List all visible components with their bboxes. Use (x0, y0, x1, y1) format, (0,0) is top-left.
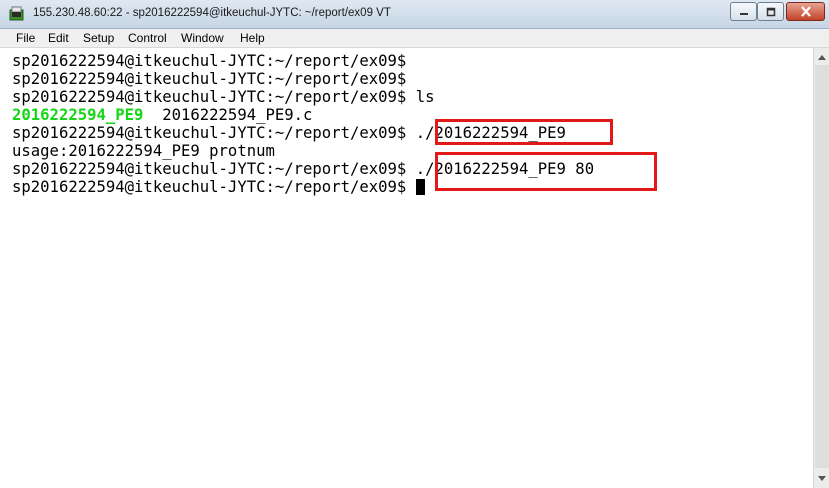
terminal-app-icon (9, 6, 24, 21)
vertical-scrollbar[interactable] (813, 48, 829, 488)
menu-setup[interactable]: Setup (83, 31, 114, 45)
prompt: sp2016222594@itkeuchul-JYTC:~/report/ex0… (12, 160, 407, 178)
terminal-area[interactable]: sp2016222594@itkeuchul-JYTC:~/report/ex0… (0, 48, 813, 488)
scroll-up-button[interactable] (815, 50, 829, 64)
highlight-box-run-command (435, 119, 613, 145)
scroll-up-icon (818, 54, 826, 60)
terminal-line-6: usage:2016222594_PE9 protnum (12, 142, 275, 160)
window-title: 155.230.48.60:22 - sp2016222594@itkeuchu… (33, 7, 391, 19)
terminal-line-4: 2016222594_PE9 2016222594_PE9.c (12, 106, 312, 124)
prompt: sp2016222594@itkeuchul-JYTC:~/report/ex0… (12, 178, 407, 196)
terminal-line-3: sp2016222594@itkeuchul-JYTC:~/report/ex0… (12, 88, 434, 106)
scroll-down-icon (818, 475, 826, 481)
close-button[interactable] (786, 2, 825, 21)
ls-output-executable: 2016222594_PE9 (12, 106, 144, 124)
menu-help[interactable]: Help (240, 31, 265, 45)
text-cursor (415, 179, 425, 195)
usage-message: usage:2016222594_PE9 protnum (12, 142, 275, 160)
menu-window[interactable]: Window (181, 31, 224, 45)
close-icon (800, 6, 811, 17)
prompt: sp2016222594@itkeuchul-JYTC:~/report/ex0… (12, 70, 407, 88)
scroll-track[interactable] (815, 65, 829, 468)
terminal-line-1: sp2016222594@itkeuchul-JYTC:~/report/ex0… (12, 52, 406, 70)
maximize-icon (766, 7, 775, 16)
menu-edit[interactable]: Edit (48, 31, 69, 45)
menu-control[interactable]: Control (128, 31, 167, 45)
menu-bar: File Edit Setup Control Window Help (0, 29, 829, 48)
minimize-icon (739, 12, 748, 15)
command-ls: ls (415, 88, 435, 106)
menu-file[interactable]: File (16, 31, 35, 45)
prompt: sp2016222594@itkeuchul-JYTC:~/report/ex0… (12, 52, 407, 70)
terminal-line-2: sp2016222594@itkeuchul-JYTC:~/report/ex0… (12, 70, 406, 88)
terminal-line-8: sp2016222594@itkeuchul-JYTC:~/report/ex0… (12, 178, 425, 196)
minimize-button[interactable] (730, 2, 757, 21)
prompt: sp2016222594@itkeuchul-JYTC:~/report/ex0… (12, 124, 407, 142)
title-bar[interactable]: 155.230.48.60:22 - sp2016222594@itkeuchu… (0, 0, 829, 29)
highlight-box-run-with-port (435, 152, 657, 191)
maximize-button[interactable] (757, 2, 784, 21)
scroll-down-button[interactable] (815, 471, 829, 485)
ls-output-source: 2016222594_PE9.c (162, 106, 313, 124)
prompt: sp2016222594@itkeuchul-JYTC:~/report/ex0… (12, 88, 407, 106)
